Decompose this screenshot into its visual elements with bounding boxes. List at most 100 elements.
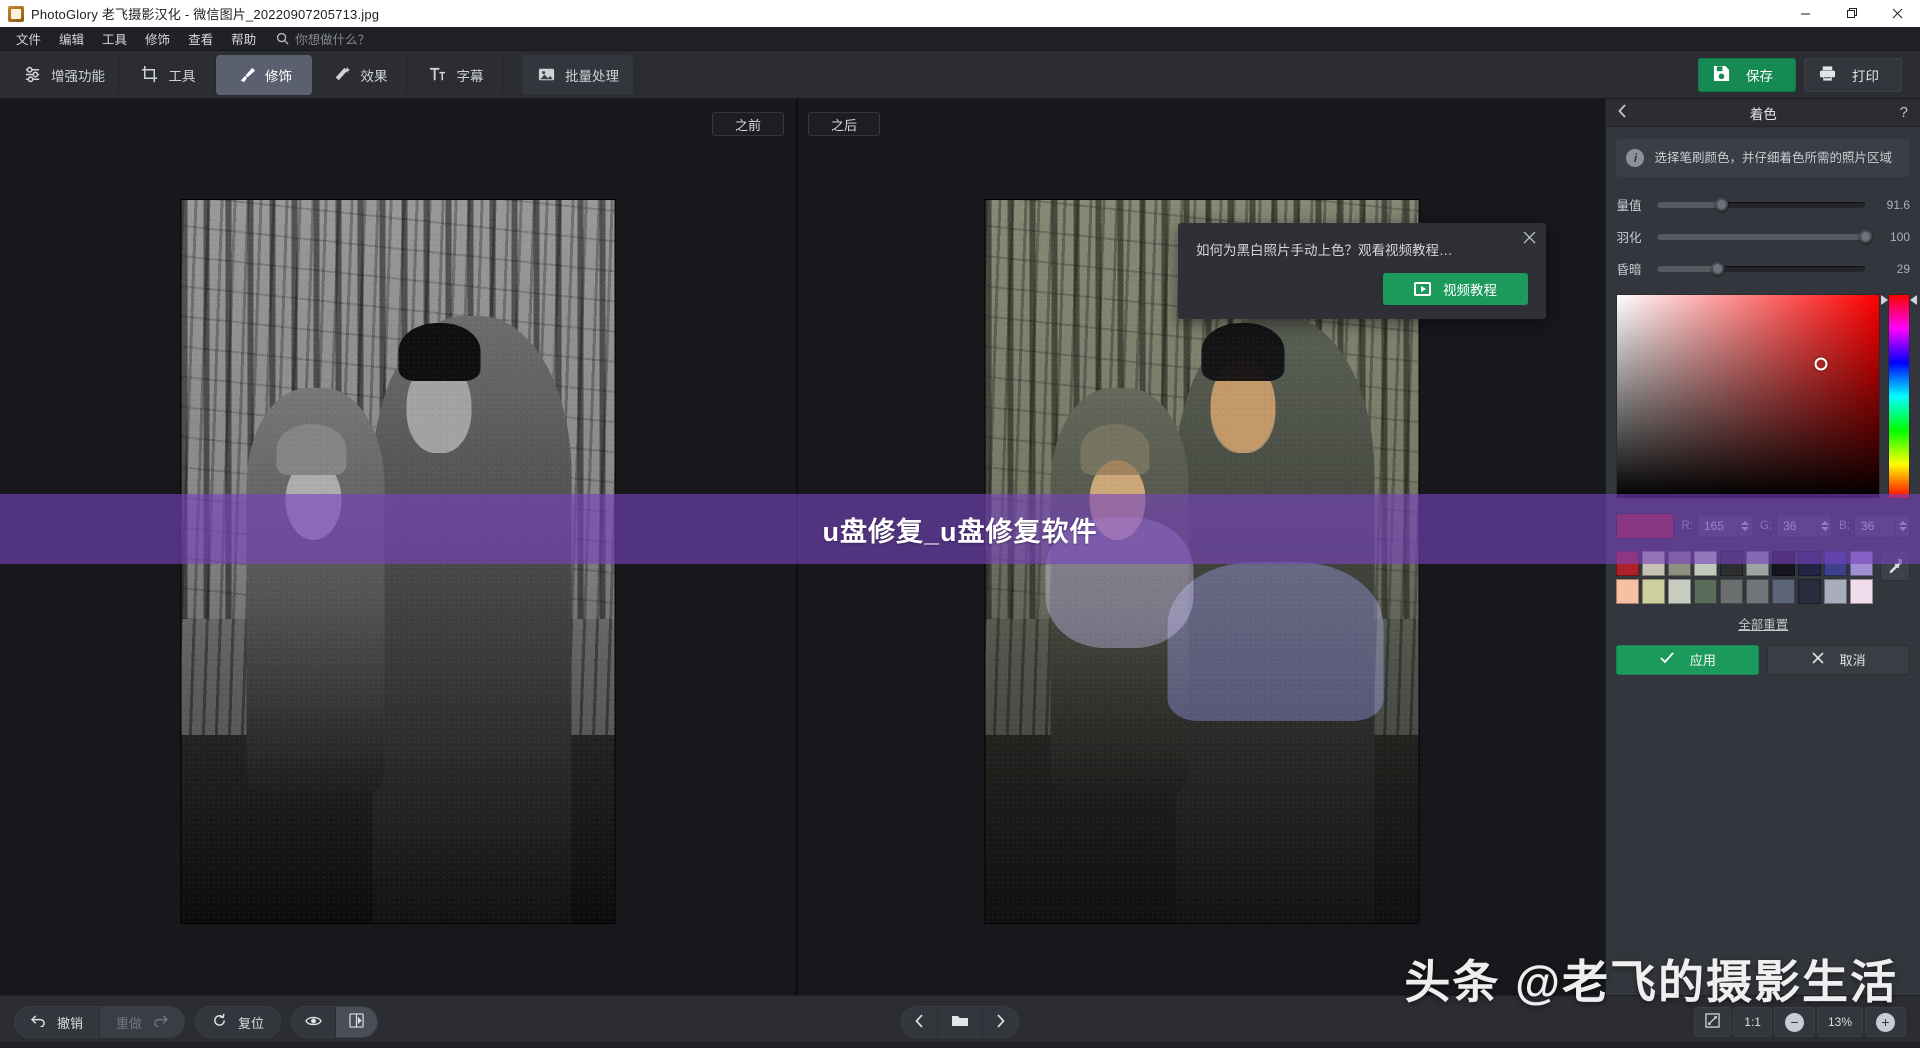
search-icon — [276, 32, 289, 45]
text-icon — [428, 65, 448, 85]
after-label: 之后 — [808, 112, 881, 136]
color-swatch[interactable] — [1824, 578, 1848, 604]
menu-item-view[interactable]: 查看 — [180, 26, 221, 51]
wand-icon — [332, 65, 352, 85]
chevron-left-icon[interactable] — [1618, 103, 1634, 122]
menu-bar: 文件 编辑 工具 修饰 查看 帮助 你想做什么？ — [0, 27, 1920, 51]
next-image-button[interactable] — [983, 1007, 1018, 1037]
panel-info-text: 选择笔刷颜色，并仔细着色所需的照片区域 — [1654, 150, 1892, 165]
reset-label: 复位 — [238, 1015, 265, 1031]
title-bar: PhotoGlory 老飞摄影汉化 - 微信图片_20220907205713.… — [0, 0, 1920, 27]
hue-marker-left — [1881, 295, 1888, 305]
watermark-banner: u盘修复_u盘修复软件 — [0, 494, 1920, 564]
apply-button[interactable]: 应用 — [1616, 644, 1760, 675]
printer-icon — [1819, 65, 1836, 85]
menu-item-edit[interactable]: 编辑 — [51, 26, 92, 51]
question-icon[interactable]: ? — [1892, 104, 1908, 121]
menu-item-help[interactable]: 帮助 — [223, 26, 264, 51]
tab-effects-label: 效果 — [360, 68, 388, 84]
color-swatch[interactable] — [1668, 578, 1692, 604]
slider-feather-track[interactable] — [1657, 230, 1872, 243]
color-swatch[interactable] — [1798, 578, 1822, 604]
play-video-icon — [1414, 282, 1431, 296]
undo-button[interactable]: 撤销 — [15, 1007, 101, 1037]
slider-amount-label: 量值 — [1616, 199, 1642, 213]
panel-info-banner: i 选择笔刷颜色，并仔细着色所需的照片区域 — [1616, 139, 1910, 177]
zoom-in-icon: + — [1876, 1012, 1895, 1032]
color-swatch[interactable] — [1642, 578, 1666, 604]
video-tutorial-label: 视频教程 — [1443, 283, 1497, 298]
slider-dim[interactable]: 昏暗 29 — [1616, 259, 1910, 278]
history-group: 撤销 重做 — [14, 1006, 186, 1038]
color-swatch[interactable] — [1850, 578, 1873, 604]
panel-title: 着色 — [1749, 106, 1777, 122]
menu-search[interactable]: 你想做什么？ — [276, 29, 370, 48]
before-label: 之前 — [712, 112, 785, 136]
slider-amount-value: 91.6 — [1886, 197, 1910, 212]
status-bar — [0, 1042, 1920, 1048]
file-nav-group — [901, 1006, 1019, 1038]
video-tutorial-button[interactable]: 视频教程 — [1383, 273, 1528, 305]
reset-button[interactable]: 复位 — [196, 1007, 280, 1037]
tab-effects[interactable]: 效果 — [312, 54, 408, 95]
chevron-left-icon — [915, 1013, 924, 1031]
save-button[interactable]: 保存 — [1698, 57, 1796, 92]
redo-label: 重做 — [116, 1015, 143, 1031]
reset-circle-icon — [212, 1013, 227, 1031]
watermark-banner-text: u盘修复_u盘修复软件 — [822, 516, 1098, 547]
slider-feather[interactable]: 羽化 100 — [1616, 227, 1910, 246]
open-folder-button[interactable] — [938, 1007, 983, 1037]
color-swatch[interactable] — [1772, 578, 1796, 604]
tutorial-popup: 如何为黑白照片手动上色？观看视频教程… 视频教程 — [1178, 223, 1546, 319]
cancel-button[interactable]: 取消 — [1767, 644, 1911, 675]
slider-dim-track[interactable] — [1657, 262, 1865, 275]
tab-captions[interactable]: 字幕 — [408, 54, 504, 95]
images-icon — [536, 65, 556, 85]
split-compare-icon — [349, 1013, 364, 1031]
color-swatch[interactable] — [1720, 578, 1744, 604]
tab-batch-label: 批量处理 — [565, 68, 619, 84]
tab-tools[interactable]: 工具 — [120, 54, 216, 95]
preview-eye-button[interactable] — [292, 1007, 337, 1037]
hue-marker-right — [1910, 295, 1917, 305]
hue-strip[interactable] — [1881, 294, 1917, 499]
floppy-icon — [1713, 65, 1730, 85]
fit-screen-icon — [1705, 1013, 1720, 1031]
tab-tools-label: 工具 — [168, 68, 196, 84]
slider-feather-label: 羽化 — [1616, 231, 1642, 245]
color-marker[interactable] — [1814, 357, 1828, 371]
reset-all-link[interactable]: 全部重置 — [1606, 614, 1920, 633]
menu-item-retouch[interactable]: 修饰 — [137, 26, 178, 51]
tab-retouch[interactable]: 修饰 — [216, 54, 312, 95]
redo-button[interactable]: 重做 — [100, 1007, 185, 1037]
color-swatch[interactable] — [1616, 578, 1640, 604]
slider-dim-value: 29 — [1896, 261, 1910, 276]
watermark-brand: 头条 @老飞的摄影生活 — [1404, 956, 1898, 1008]
tab-retouch-label: 修饰 — [265, 68, 292, 84]
slider-feather-value: 100 — [1889, 229, 1910, 244]
slider-amount-track[interactable] — [1657, 198, 1865, 211]
cancel-label: 取消 — [1839, 653, 1866, 669]
slider-amount[interactable]: 量值 91.6 — [1616, 195, 1910, 214]
close-button[interactable] — [1874, 0, 1920, 27]
photoglory-icon — [8, 5, 24, 22]
saturation-value-field[interactable] — [1616, 294, 1880, 499]
minimize-button[interactable] — [1782, 0, 1828, 27]
menu-item-tools[interactable]: 工具 — [94, 26, 135, 51]
sliders-icon — [22, 65, 42, 85]
folder-icon — [951, 1013, 969, 1031]
undo-label: 撤销 — [57, 1015, 84, 1031]
color-swatch[interactable] — [1746, 578, 1770, 604]
tab-enhance[interactable]: 增强功能 — [8, 54, 120, 95]
close-icon[interactable] — [1523, 231, 1536, 248]
compare-button[interactable] — [336, 1007, 378, 1037]
color-swatch[interactable] — [1694, 578, 1718, 604]
menu-item-file[interactable]: 文件 — [8, 26, 49, 51]
panel-header: 着色 ? — [1606, 99, 1920, 127]
prev-image-button[interactable] — [902, 1007, 938, 1037]
tab-batch-processing[interactable]: 批量处理 — [522, 54, 633, 95]
view-group — [291, 1006, 379, 1038]
print-button[interactable]: 打印 — [1804, 57, 1902, 92]
zoom-out-icon: − — [1784, 1012, 1804, 1032]
maximize-button[interactable] — [1828, 0, 1874, 27]
